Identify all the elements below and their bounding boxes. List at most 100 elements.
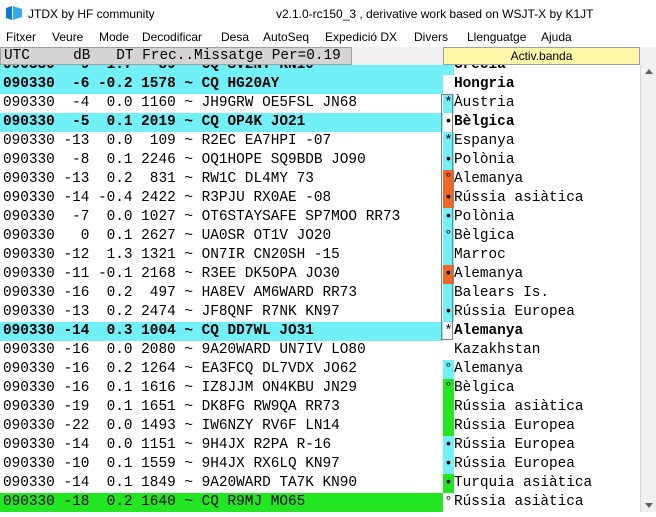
country-name: Rússia asiàtica — [454, 190, 584, 206]
country-name: Alemanya — [454, 323, 524, 339]
menu-fitxer[interactable]: Fitxer — [6, 30, 36, 44]
status-marker — [443, 417, 454, 436]
menu-divers[interactable]: Divers — [414, 30, 448, 44]
country-name: Bèlgica — [454, 228, 515, 244]
decode-message[interactable]: 090330 -10 0.1 1559 ~ 9H4JX RX6LQ KN97 — [0, 455, 443, 474]
decode-message[interactable]: 090330 -16 0.1 1616 ~ IZ8JJM ON4KBU JN29 — [0, 379, 443, 398]
status-marker: • — [443, 455, 454, 474]
status-marker: • — [443, 474, 454, 493]
decode-message[interactable]: 090330 -22 0.0 1493 ~ IW6NZY RV6F LN14 — [0, 417, 443, 436]
country-name: Rússia Europea — [454, 304, 575, 320]
decode-row[interactable]: 090330 -8 0.1 2246 ~ OQ1HOPE SQ9BDB JO90… — [0, 151, 640, 170]
decode-message[interactable]: 090330 -5 0.1 2019 ~ CQ OP4K JO21 — [0, 113, 443, 132]
decode-row[interactable]: 090330 -13 0.2 2474 ~ JF8QNF R7NK KN97 • R… — [0, 303, 640, 322]
decode-message[interactable]: 090330 -16 0.2 1264 ~ EA3FCQ DL7VDX JO62 — [0, 360, 443, 379]
country-name: Alemanya — [454, 361, 524, 377]
title-bar: JTDX by HF community v2.1.0-rc150_3 , de… — [0, 0, 656, 27]
decode-row[interactable]: 090330 -16 0.2 497 ~ HA8EV AM6WARD RR73 B… — [0, 284, 640, 303]
decode-message[interactable]: 090330 -7 0.0 1027 ~ OT6STAYSAFE SP7MOO … — [0, 208, 443, 227]
decode-message[interactable]: 090330 -18 0.2 1640 ~ CQ R9MJ MO65 — [0, 493, 443, 512]
status-marker: ° — [443, 493, 454, 512]
decode-message[interactable]: 090330 -14 0.0 1151 ~ 9H4JX R2PA R-16 — [0, 436, 443, 455]
decode-row[interactable]: 090330 -6 -0.2 1578 ~ CQ HG20AY Hongria — [0, 75, 640, 94]
decode-row[interactable]: 090330 -14 0.3 1004 ~ CQ DD7WL JO31 * Alem… — [0, 322, 640, 341]
decode-message[interactable]: 090330 -6 -0.2 1578 ~ CQ HG20AY — [0, 75, 443, 94]
decode-row[interactable]: 090330 -9 1.7 89 ~ CQ SV2NT KN10 Grècia — [0, 65, 640, 75]
band-activity-list[interactable]: 090330 -9 1.7 89 ~ CQ SV2NT KN10 Grècia 09… — [0, 65, 640, 512]
menu-mode[interactable]: Mode — [99, 30, 129, 44]
decode-row[interactable]: 090330 -14 0.1 1849 ~ 9A20WARD TA7K KN90… — [0, 474, 640, 493]
decode-message[interactable]: 090330 -4 0.0 1160 ~ JH9GRW OE5FSL JN68 — [0, 94, 443, 113]
decode-message[interactable]: 090330 -16 0.0 2080 ~ 9A20WARD UN7IV LO8… — [0, 341, 443, 360]
menu-ajuda[interactable]: Ajuda — [541, 30, 572, 44]
decode-row[interactable]: 090330 -4 0.0 1160 ~ JH9GRW OE5FSL JN68 *… — [0, 94, 640, 113]
country-name: Polònia — [454, 209, 515, 225]
column-header: UTC dB DT Frec..Missatge Per=0.19 — [0, 47, 352, 65]
menu-bar: Fitxer Veure Mode Decodificar Desa AutoSeq Exp… — [0, 27, 656, 48]
country-name: Bèlgica — [454, 380, 515, 396]
menu-expedicio-dx[interactable]: Expedició DX — [325, 30, 397, 44]
country-name: Marroc — [454, 247, 506, 263]
country-name: Bèlgica — [454, 114, 515, 130]
scroll-up-icon[interactable] — [645, 69, 653, 74]
decode-message[interactable]: 090330 -14 -0.4 2422 ~ R3PJU RX0AE -08 — [0, 189, 443, 208]
status-marker — [443, 398, 454, 417]
country-name: Rússia asiàtica — [454, 494, 584, 510]
band-activity-label: Activ.banda — [443, 47, 640, 65]
status-marker: ° — [443, 360, 454, 379]
decode-progress-frame — [441, 94, 453, 340]
status-marker — [443, 65, 454, 75]
decode-row[interactable]: 090330 -18 0.2 1640 ~ CQ R9MJ MO65 ° Rússi… — [0, 493, 640, 512]
decode-message[interactable]: 090330 -8 0.1 2246 ~ OQ1HOPE SQ9BDB JO90 — [0, 151, 443, 170]
menu-decodificar[interactable]: Decodificar — [142, 30, 202, 44]
decode-row[interactable]: 090330 -10 0.1 1559 ~ 9H4JX RX6LQ KN97 • R… — [0, 455, 640, 474]
decode-row[interactable]: 090330 -11 -0.1 2168 ~ R3EE DK5OPA JO30 •… — [0, 265, 640, 284]
decode-message[interactable]: 090330 0 0.1 2627 ~ UA0SR OT1V JO20 — [0, 227, 443, 246]
decode-message[interactable]: 090330 -19 0.1 1651 ~ DK8FG RW9QA RR73 — [0, 398, 443, 417]
decode-row[interactable]: 090330 0 0.1 2627 ~ UA0SR OT1V JO20 ° Bèlg… — [0, 227, 640, 246]
decode-row[interactable]: 090330 -13 0.0 109 ~ R2EC EA7HPI -07 * Esp… — [0, 132, 640, 151]
decode-row[interactable]: 090330 -14 0.0 1151 ~ 9H4JX R2PA R-16 • Rú… — [0, 436, 640, 455]
status-marker: • — [443, 436, 454, 455]
decode-row[interactable]: 090330 -14 -0.4 2422 ~ R3PJU RX0AE -08 • R… — [0, 189, 640, 208]
country-name: Àustria — [454, 95, 515, 111]
menu-veure[interactable]: Veure — [52, 30, 83, 44]
country-name: Alemanya — [454, 171, 524, 187]
country-name: Turquia asiàtica — [454, 475, 593, 491]
decode-message[interactable]: 090330 -11 -0.1 2168 ~ R3EE DK5OPA JO30 — [0, 265, 443, 284]
status-marker — [443, 75, 454, 94]
decode-row[interactable]: 090330 -16 0.0 2080 ~ 9A20WARD UN7IV LO8… — [0, 341, 640, 360]
country-name: Espanya — [454, 133, 515, 149]
decode-row[interactable]: 090330 -13 0.2 831 ~ RW1C DL4MY 73 ° Alema… — [0, 170, 640, 189]
country-name: Rússia Europea — [454, 456, 575, 472]
country-name: Hongria — [454, 76, 515, 92]
app-title: JTDX by HF community — [28, 7, 155, 21]
decode-message[interactable]: 090330 -12 1.3 1321 ~ ON7IR CN20SH -15 — [0, 246, 443, 265]
decode-message[interactable]: 090330 -13 0.2 2474 ~ JF8QNF R7NK KN97 — [0, 303, 443, 322]
decode-row[interactable]: 090330 -22 0.0 1493 ~ IW6NZY RV6F LN14 Rú… — [0, 417, 640, 436]
decode-row[interactable]: 090330 -16 0.1 1616 ~ IZ8JJM ON4KBU JN29… — [0, 379, 640, 398]
decode-row[interactable]: 090330 -5 0.1 2019 ~ CQ OP4K JO21 • Bèlgic… — [0, 113, 640, 132]
vertical-scrollbar[interactable] — [640, 65, 656, 512]
menu-llenguatge[interactable]: Llenguatge — [467, 30, 526, 44]
decode-message[interactable]: 090330 -9 1.7 89 ~ CQ SV2NT KN10 — [0, 65, 443, 75]
country-name: Rússia asiàtica — [454, 399, 584, 415]
decode-message[interactable]: 090330 -14 0.1 1849 ~ 9A20WARD TA7K KN90 — [0, 474, 443, 493]
decode-row[interactable]: 090330 -7 0.0 1027 ~ OT6STAYSAFE SP7MOO … — [0, 208, 640, 227]
version-text: v2.1.0-rc150_3 , derivative work based o… — [276, 7, 594, 21]
scroll-down-icon[interactable] — [645, 503, 653, 508]
status-marker: ° — [443, 379, 454, 398]
decode-message[interactable]: 090330 -13 0.0 109 ~ R2EC EA7HPI -07 — [0, 132, 443, 151]
menu-autoseq[interactable]: AutoSeq — [263, 30, 309, 44]
menu-desa[interactable]: Desa — [221, 30, 249, 44]
country-name: Rússia Europea — [454, 437, 575, 453]
decode-row[interactable]: 090330 -16 0.2 1264 ~ EA3FCQ DL7VDX JO62… — [0, 360, 640, 379]
country-name: Alemanya — [454, 266, 524, 282]
decode-row[interactable]: 090330 -19 0.1 1651 ~ DK8FG RW9QA RR73 Rú… — [0, 398, 640, 417]
decode-row[interactable]: 090330 -12 1.3 1321 ~ ON7IR CN20SH -15 Ma… — [0, 246, 640, 265]
country-name: Grècia — [454, 65, 506, 73]
decode-message[interactable]: 090330 -14 0.3 1004 ~ CQ DD7WL JO31 — [0, 322, 443, 341]
country-name: Rússia Europea — [454, 418, 575, 434]
decode-message[interactable]: 090330 -13 0.2 831 ~ RW1C DL4MY 73 — [0, 170, 443, 189]
decode-message[interactable]: 090330 -16 0.2 497 ~ HA8EV AM6WARD RR73 — [0, 284, 443, 303]
